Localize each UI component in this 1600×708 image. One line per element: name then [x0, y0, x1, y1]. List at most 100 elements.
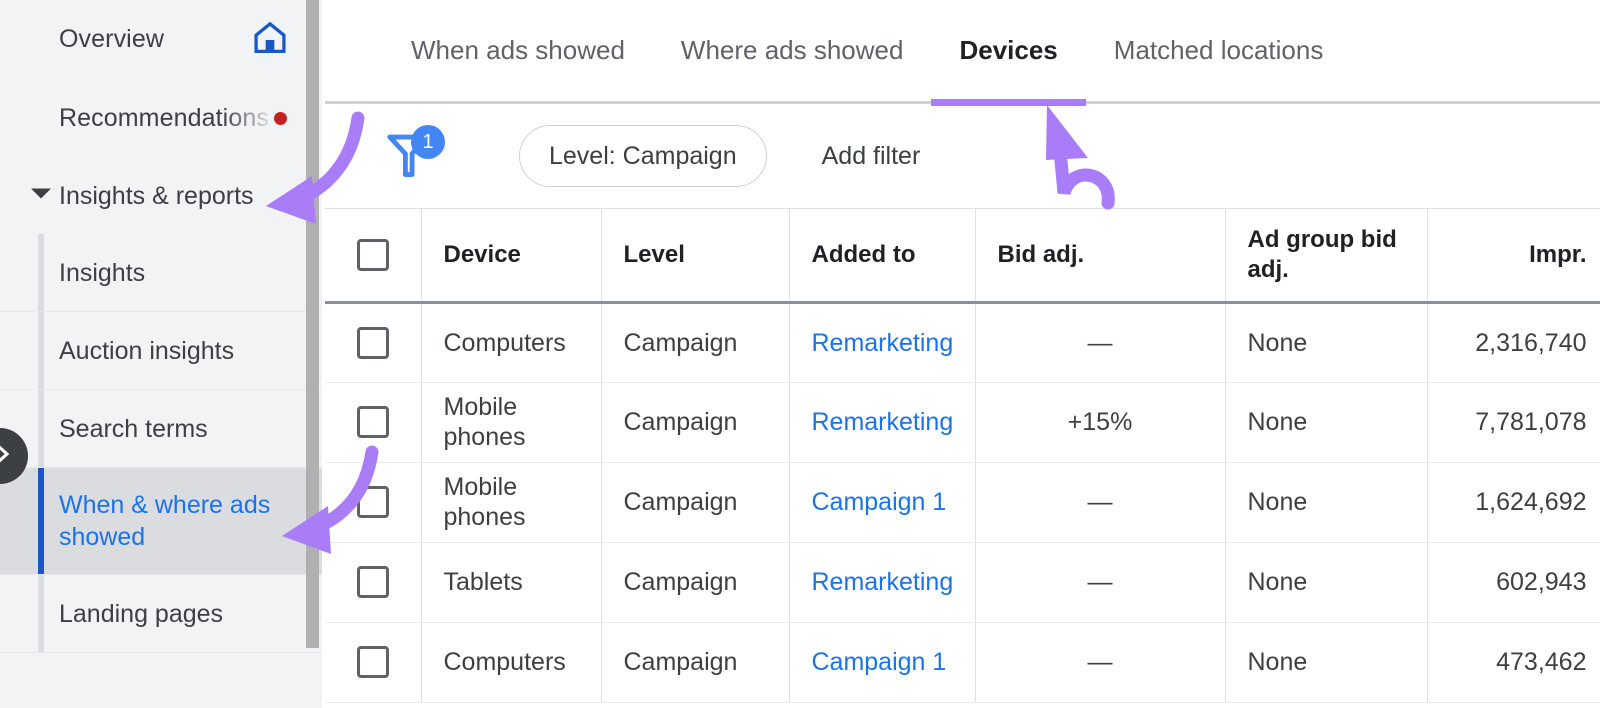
tab-label: When ads showed — [411, 35, 625, 65]
cell-bid-adj: — — [975, 542, 1226, 623]
cell-level: Campaign — [601, 542, 790, 623]
row-checkbox[interactable] — [356, 486, 389, 518]
cell-ad-group-bid-adj: None — [1225, 302, 1428, 383]
cell-impr: 7,781,078 — [1427, 382, 1600, 463]
tab-where-ads-showed[interactable]: Where ads showed — [653, 0, 932, 103]
tab-label: Where ads showed — [680, 35, 904, 65]
filter-count-badge: 1 — [411, 125, 445, 159]
table-row[interactable]: Computers Campaign Remarketing — None 2,… — [325, 302, 1600, 383]
cell-added-to[interactable]: Campaign 1 — [789, 462, 976, 543]
sidebar-item-when-and-where-ads-showed[interactable]: When & where ads showed — [0, 468, 325, 575]
sidebar-group-label: Insights & reports — [59, 181, 254, 210]
cell-bid-adj: — — [975, 302, 1226, 383]
table-header: Device Level Added to Bid adj. Ad group … — [325, 209, 1600, 304]
sidebar-item-label: When & where ads showed — [59, 491, 271, 551]
added-to-link[interactable]: Campaign 1 — [812, 488, 947, 516]
select-all-checkbox[interactable] — [356, 238, 389, 271]
devices-table: Device Level Added to Bid adj. Ad group … — [325, 209, 1600, 703]
tab-when-ads-showed[interactable]: When ads showed — [383, 0, 653, 103]
sidebar-group-insights-and-reports[interactable]: Insights & reports — [0, 158, 325, 234]
cell-level: Campaign — [601, 382, 790, 463]
table-row[interactable]: Mobile phones Campaign Remarketing +15% … — [325, 382, 1600, 463]
added-to-link[interactable]: Campaign 1 — [812, 648, 947, 676]
column-header-bid-adj[interactable]: Bid adj. — [975, 209, 1226, 304]
sidebar-nav-list: Overview Recommendations Insights & repo… — [0, 0, 325, 653]
filter-chip-level[interactable]: Level: Campaign — [519, 125, 767, 187]
row-select-cell — [325, 382, 422, 463]
sidebar-scrollbar-track[interactable] — [306, 0, 322, 708]
cell-ad-group-bid-adj: None — [1225, 462, 1428, 543]
home-icon — [251, 20, 289, 59]
cell-impr: 602,943 — [1427, 542, 1600, 623]
filter-bar: 1 Level: Campaign Add filter — [325, 104, 1600, 209]
cell-device: Tablets — [421, 542, 602, 623]
chevron-right-icon — [0, 440, 14, 473]
row-checkbox[interactable] — [356, 566, 389, 598]
cell-device: Mobile phones — [421, 382, 602, 463]
cell-level: Campaign — [601, 462, 790, 543]
sidebar-item-label: Search terms — [59, 414, 208, 443]
row-select-cell — [325, 302, 422, 383]
row-checkbox[interactable] — [356, 326, 389, 359]
main-content: When ads showed Where ads showed Devices… — [325, 0, 1600, 708]
column-header-added-to[interactable]: Added to — [789, 209, 976, 304]
row-select-cell — [325, 462, 422, 543]
row-select-cell — [325, 622, 422, 703]
sidebar-item-label: Recommendations — [59, 104, 269, 132]
tab-label: Devices — [959, 35, 1058, 65]
add-filter-label: Add filter — [821, 141, 921, 170]
row-select-cell — [325, 542, 422, 623]
sidebar-item-overview[interactable]: Overview — [0, 0, 325, 79]
cell-added-to[interactable]: Remarketing — [789, 302, 976, 383]
sidebar-item-label: Overview — [59, 25, 164, 53]
app-root: Overview Recommendations Insights & repo… — [0, 0, 1600, 708]
cell-added-to[interactable]: Remarketing — [789, 382, 976, 463]
active-indicator — [38, 468, 44, 574]
sidebar-item-label: Auction insights — [59, 336, 235, 365]
cell-ad-group-bid-adj: None — [1225, 382, 1428, 463]
sidebar-item-landing-pages[interactable]: Landing pages — [0, 575, 325, 653]
row-checkbox[interactable] — [356, 406, 389, 438]
table-row[interactable]: Mobile phones Campaign Campaign 1 — None… — [325, 462, 1600, 543]
cell-device: Computers — [421, 622, 602, 703]
filter-funnel-button[interactable]: 1 — [383, 125, 445, 185]
sidebar-item-label: Landing pages — [59, 599, 224, 628]
cell-device: Mobile phones — [421, 462, 602, 543]
add-filter-button[interactable]: Add filter — [822, 142, 921, 171]
sidebar-item-recommendations[interactable]: Recommendations — [0, 79, 325, 158]
cell-level: Campaign — [601, 302, 790, 383]
sidebar: Overview Recommendations Insights & repo… — [0, 0, 325, 708]
table-row[interactable]: Computers Campaign Campaign 1 — None 473… — [325, 622, 1600, 703]
tab-devices[interactable]: Devices — [931, 0, 1086, 106]
sidebar-item-auction-insights[interactable]: Auction insights — [0, 312, 325, 390]
caret-down-icon[interactable] — [30, 187, 52, 206]
tab-bar: When ads showed Where ads showed Devices… — [325, 0, 1600, 106]
column-header-device[interactable]: Device — [421, 209, 602, 304]
cell-ad-group-bid-adj: None — [1225, 542, 1428, 623]
cell-device: Computers — [421, 302, 602, 383]
added-to-link[interactable]: Remarketing — [812, 329, 954, 357]
sidebar-item-search-terms[interactable]: Search terms — [0, 390, 325, 468]
column-header-impr[interactable]: Impr. — [1427, 209, 1600, 304]
sidebar-item-insights[interactable]: Insights — [0, 234, 325, 312]
filter-funnel-icon — [383, 134, 433, 183]
filter-chip-label: Level: Campaign — [549, 141, 737, 170]
cell-bid-adj: +15% — [975, 382, 1226, 463]
cell-bid-adj: — — [975, 462, 1226, 543]
cell-ad-group-bid-adj: None — [1225, 622, 1428, 703]
cell-added-to[interactable]: Campaign 1 — [789, 622, 976, 703]
cell-added-to[interactable]: Remarketing — [789, 542, 976, 623]
tab-matched-locations[interactable]: Matched locations — [1086, 0, 1352, 103]
row-checkbox[interactable] — [356, 646, 389, 678]
cell-impr: 1,624,692 — [1427, 462, 1600, 543]
column-header-level[interactable]: Level — [601, 209, 790, 304]
column-header-ad-group-bid-adj[interactable]: Ad group bid adj. — [1225, 209, 1428, 304]
cell-impr: 2,316,740 — [1427, 302, 1600, 383]
added-to-link[interactable]: Remarketing — [812, 568, 954, 596]
table-row[interactable]: Tablets Campaign Remarketing — None 602,… — [325, 542, 1600, 623]
sidebar-item-label: Insights — [59, 258, 146, 287]
cell-bid-adj: — — [975, 622, 1226, 703]
sidebar-scrollbar-thumb[interactable] — [306, 0, 319, 648]
select-all-header — [325, 209, 422, 304]
added-to-link[interactable]: Remarketing — [812, 408, 954, 436]
